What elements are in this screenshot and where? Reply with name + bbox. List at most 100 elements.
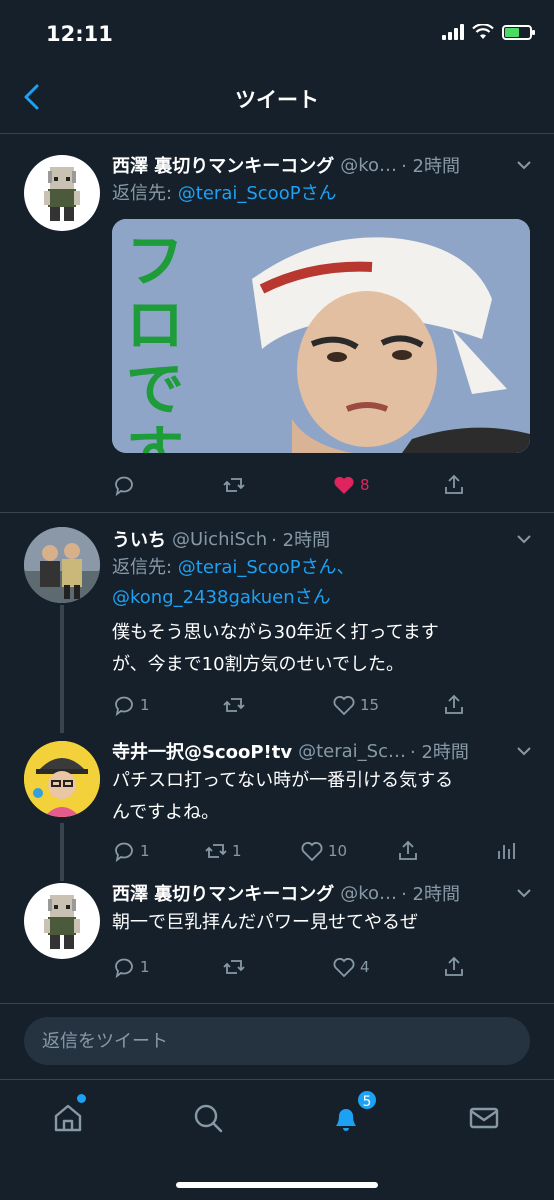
status-bar: 12:11 [0, 0, 554, 62]
reply-button[interactable]: 1 [112, 955, 150, 979]
reply-to: 返信先: @terai_ScooPさん、 [112, 553, 534, 583]
author-name[interactable]: 西澤 裏切りマンキーコング [112, 880, 334, 906]
analytics-button[interactable] [494, 839, 518, 863]
chevron-down-icon[interactable] [516, 885, 532, 901]
reply-to-line2: @kong_2438gakuenさん [112, 583, 534, 613]
tweet-reply[interactable]: 寺井一択@ScooP!tv @terai_Sc… · 2時間 パチスロ打ってない… [0, 733, 554, 873]
tweet-header: 西澤 裏切りマンキーコング @ko… · 2時間 [112, 879, 534, 907]
tweet-actions: 1 4 [112, 953, 532, 981]
avatar[interactable] [24, 883, 100, 959]
tweet-header: 寺井一択@ScooP!tv @terai_Sc… · 2時間 [112, 737, 534, 765]
tweet-body: ういち @UichiSch · 2時間 返信先: @terai_ScooPさん、… [112, 525, 534, 681]
reply-prefix: 返信先: [112, 183, 178, 204]
retweet-button[interactable] [222, 473, 246, 497]
retweet-button[interactable] [222, 955, 246, 979]
like-count: 10 [328, 842, 348, 860]
reply-button[interactable] [112, 473, 136, 497]
tweet-body: 寺井一択@ScooP!tv @terai_Sc… · 2時間 パチスロ打ってない… [112, 737, 534, 829]
tweet-text-line: 僕もそう思いながら30年近く打ってます [112, 622, 439, 643]
tweet-text-line: んですよね。 [112, 802, 220, 823]
retweet-icon [223, 698, 245, 712]
retweet-count: 1 [232, 842, 242, 860]
page-title: ツイート [235, 88, 319, 112]
tweet-body: 西澤 裏切りマンキーコング @ko… · 2時間 返信先: @terai_Sco… [112, 151, 534, 453]
reply-bar [0, 1003, 554, 1079]
tab-bar: 5 [0, 1079, 554, 1200]
wifi-icon [472, 24, 494, 39]
like-button[interactable]: 8 [332, 473, 370, 497]
share-button[interactable] [442, 955, 466, 979]
tweet-reply[interactable]: 西澤 裏切りマンキーコング @ko… · 2時間 朝一で巨乳拝んだパワー見せてや… [0, 877, 554, 997]
share-icon [445, 956, 463, 976]
tweet-time: · 2時間 [271, 530, 331, 551]
author-handle: @UichiSch [172, 528, 268, 550]
tweet-header: ういち @UichiSch · 2時間 [112, 525, 534, 553]
avatar[interactable] [24, 741, 100, 817]
retweet-button[interactable]: 1 [204, 839, 242, 863]
tweet-time: · 2時間 [410, 742, 469, 763]
like-button[interactable]: 4 [332, 955, 370, 979]
like-count: 4 [360, 958, 370, 976]
tweet-image[interactable]: フロですか [112, 219, 530, 453]
share-button[interactable] [442, 473, 466, 497]
reply-button[interactable]: 1 [112, 693, 150, 717]
like-count: 8 [360, 476, 370, 494]
like-count: 15 [360, 696, 380, 714]
tweet-text: 朝一で巨乳拝んだパワー見せてやるぜ [112, 907, 534, 939]
author-handle: @ko… [340, 154, 398, 176]
tab-home[interactable] [50, 1100, 86, 1136]
tweet-actions: 1 1 10 [112, 837, 532, 865]
like-button[interactable]: 10 [300, 839, 347, 863]
nav-bar: ツイート [0, 62, 554, 134]
author-name[interactable]: 寺井一択@ScooP!tv [112, 738, 292, 764]
chevron-down-icon[interactable] [516, 743, 532, 759]
search-icon [194, 1104, 223, 1133]
tweet-time: · 2時間 [401, 884, 460, 905]
status-time: 12:11 [46, 22, 113, 46]
share-icon [399, 840, 417, 860]
mention-link[interactable]: @kong_2438gakuenさん [112, 587, 331, 608]
tweet-text-line: が、今まで10割方気のせいでした。 [112, 654, 405, 675]
tweet-main[interactable]: 西澤 裏切りマンキーコング @ko… · 2時間 返信先: @terai_Sco… [0, 135, 554, 510]
reply-input[interactable] [24, 1017, 530, 1065]
mail-icon [469, 1107, 499, 1129]
author-name[interactable]: ういち [112, 526, 166, 552]
tweet-text-line: パチスロ打ってない時が一番引ける気する [112, 770, 454, 791]
avatar[interactable] [24, 155, 100, 231]
chevron-down-icon[interactable] [516, 157, 532, 173]
tab-messages[interactable] [466, 1100, 502, 1136]
tab-search[interactable] [190, 1100, 226, 1136]
reply-to: 返信先: @terai_ScooPさん [112, 179, 534, 209]
heart-icon [333, 696, 355, 716]
mention-link[interactable]: @terai_ScooPさん、 [178, 557, 355, 578]
mention-link[interactable]: @terai_ScooPさん [178, 183, 337, 204]
reply-prefix: 返信先: [112, 557, 178, 578]
heart-icon [333, 958, 355, 978]
reply-icon [115, 476, 133, 497]
timeline: 西澤 裏切りマンキーコング @ko… · 2時間 返信先: @terai_Sco… [0, 135, 554, 1003]
status-icons [442, 24, 535, 40]
analytics-icon [498, 843, 515, 859]
retweet-button[interactable] [222, 693, 246, 717]
retweet-icon [205, 844, 227, 858]
share-icon [445, 694, 463, 714]
tweet-header: 西澤 裏切りマンキーコング @ko… · 2時間 [112, 151, 534, 179]
divider [0, 512, 554, 513]
tweet-reply[interactable]: ういち @UichiSch · 2時間 返信先: @terai_ScooPさん、… [0, 515, 554, 725]
new-content-dot [77, 1094, 86, 1103]
image-caption: フロですか [126, 227, 185, 453]
share-button[interactable] [396, 839, 420, 863]
chevron-down-icon[interactable] [516, 531, 532, 547]
reply-button[interactable]: 1 [112, 839, 150, 863]
heart-filled-icon [334, 476, 354, 494]
reply-count: 1 [140, 958, 150, 976]
like-button[interactable]: 15 [332, 693, 379, 717]
tweet-actions: 8 [112, 471, 532, 499]
reply-count: 1 [140, 696, 150, 714]
heart-icon [301, 842, 323, 862]
tweet-text: パチスロ打ってない時が一番引ける気する んですよね。 [112, 765, 534, 829]
share-button[interactable] [442, 693, 466, 717]
avatar[interactable] [24, 527, 100, 603]
reply-icon [115, 696, 133, 717]
author-name[interactable]: 西澤 裏切りマンキーコング [112, 152, 334, 178]
